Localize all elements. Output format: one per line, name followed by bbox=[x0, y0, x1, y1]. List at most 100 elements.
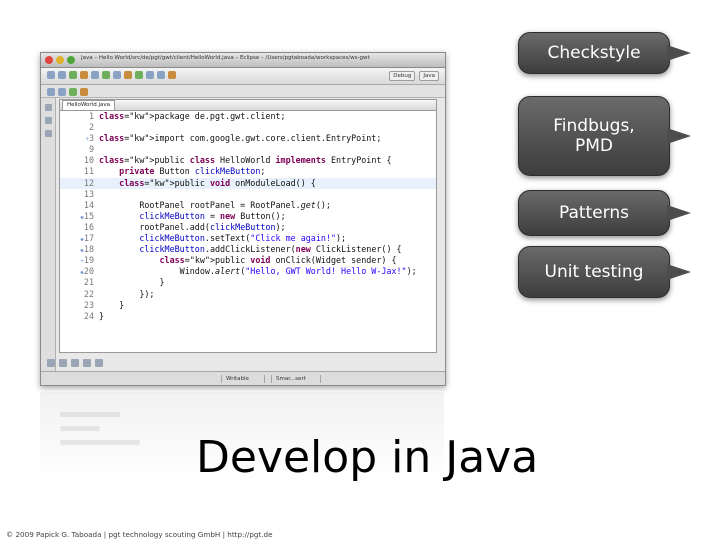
new-icon[interactable] bbox=[47, 71, 55, 79]
callout-label: Patterns bbox=[558, 203, 630, 223]
code-text: } bbox=[99, 277, 165, 288]
left-trim-bar bbox=[41, 98, 56, 371]
external-tools-icon[interactable] bbox=[102, 71, 110, 79]
code-line[interactable]: 12 class="kw">public void onModuleLoad()… bbox=[60, 177, 436, 189]
open-type-icon[interactable] bbox=[146, 71, 154, 79]
code-text: RootPanel rootPanel = RootPanel.get(); bbox=[99, 199, 331, 210]
new-class-icon[interactable] bbox=[135, 71, 143, 79]
code-text: clickMeButton.addClickListener(new Click… bbox=[139, 244, 402, 255]
new-java-project-icon[interactable] bbox=[113, 71, 121, 79]
line-number: 14 bbox=[83, 199, 94, 210]
editor-tab-bar: HelloWorld.java bbox=[60, 100, 436, 111]
code-text: class="kw">import com.google.gwt.core.cl… bbox=[99, 133, 382, 144]
debug-icon[interactable] bbox=[80, 71, 88, 79]
tasks-icon[interactable] bbox=[95, 359, 103, 367]
code-text: rootPanel.add(clickMeButton); bbox=[99, 221, 286, 232]
callout-findbugs-pmd: Findbugs, PMD bbox=[518, 96, 691, 176]
close-window-button[interactable] bbox=[45, 56, 53, 64]
code-text: } bbox=[99, 299, 125, 310]
code-line[interactable]: 23 } bbox=[60, 300, 436, 311]
code-text: Window.alert("Hello, GWT World! Hello W-… bbox=[99, 266, 417, 277]
gutter-marker-icon: ◆ bbox=[80, 269, 84, 277]
main-toolbar: Debug Java bbox=[41, 68, 445, 85]
perspective-java[interactable]: Java bbox=[419, 71, 439, 81]
gwt-compile-icon[interactable] bbox=[168, 71, 176, 79]
window-titlebar: Java – Hello World/src/de/pgt/gwt/client… bbox=[41, 53, 445, 68]
code-line[interactable]: 16 rootPanel.add(clickMeButton); bbox=[60, 222, 436, 233]
code-line[interactable]: +3 class="kw">import com.google.gwt.core.… bbox=[60, 133, 436, 144]
code-line[interactable]: 10 class="kw">public class HelloWorld imp… bbox=[60, 155, 436, 166]
line-number: 1 bbox=[88, 111, 94, 121]
declaration-icon[interactable] bbox=[83, 359, 91, 367]
code-line[interactable]: 22 }); bbox=[60, 289, 436, 300]
tab-helloworld-java[interactable]: HelloWorld.java bbox=[62, 100, 115, 110]
gutter-marker-icon: + bbox=[80, 258, 84, 266]
line-number: 2 bbox=[88, 122, 94, 133]
code-text: private Button clickMeButton; bbox=[119, 166, 266, 177]
code-line[interactable]: 13 bbox=[60, 189, 436, 200]
slide-footer: © 2009 Papick G. Taboada | pgt technolog… bbox=[6, 530, 273, 539]
code-line[interactable]: 14 RootPanel rootPanel = RootPanel.get()… bbox=[60, 200, 436, 211]
code-line[interactable]: ◆18 clickMeButton.addClickListener(new C… bbox=[60, 244, 436, 255]
code-text: }); bbox=[99, 288, 155, 299]
line-number: 9 bbox=[88, 144, 94, 155]
code-line[interactable]: 9 bbox=[60, 144, 436, 155]
hierarchy-icon[interactable] bbox=[44, 117, 52, 124]
callout-checkstyle: Checkstyle bbox=[518, 32, 691, 74]
line-number: 11 bbox=[83, 166, 94, 177]
slide-title: Develop in Java bbox=[196, 432, 539, 483]
callout-label: Unit testing bbox=[544, 262, 644, 282]
callout-patterns: Patterns bbox=[518, 190, 691, 236]
code-text: } bbox=[99, 310, 105, 321]
package-explorer-icon[interactable] bbox=[44, 104, 52, 111]
callout-pointer bbox=[667, 45, 691, 61]
toolbar-icons bbox=[47, 71, 176, 79]
line-number: 21 bbox=[83, 277, 94, 288]
code-line[interactable]: +19 class="kw">public void onClick(Widge… bbox=[60, 255, 436, 266]
callout-pointer bbox=[667, 264, 691, 280]
code-line[interactable]: 2 bbox=[60, 122, 436, 133]
back-icon[interactable] bbox=[69, 88, 77, 96]
zoom-window-button[interactable] bbox=[67, 56, 75, 64]
gutter-marker-icon: ◆ bbox=[80, 236, 84, 244]
gutter-marker-icon: + bbox=[85, 136, 89, 144]
gutter-marker-icon: ◆ bbox=[80, 213, 84, 221]
next-annotation-icon[interactable] bbox=[47, 88, 55, 96]
javadoc-icon[interactable] bbox=[71, 359, 79, 367]
code-editor[interactable]: HelloWorld.java 1 class="kw">package de.p… bbox=[59, 99, 437, 353]
window-controls bbox=[45, 56, 75, 64]
code-text: class="kw">public class HelloWorld imple… bbox=[99, 155, 392, 166]
code-line[interactable]: ◆20 Window.alert("Hello, GWT World! Hell… bbox=[60, 266, 436, 277]
line-number: 10 bbox=[83, 155, 94, 166]
code-line[interactable]: 11 private Button clickMeButton; bbox=[60, 166, 436, 177]
code-line[interactable]: 21 } bbox=[60, 277, 436, 288]
callout-unit-testing: Unit testing bbox=[518, 246, 691, 298]
code-text: class="kw">public void onModuleLoad() { bbox=[119, 177, 316, 188]
new-package-icon[interactable] bbox=[124, 71, 132, 79]
code-line[interactable]: ◆15 clickMeButton = new Button(); bbox=[60, 211, 436, 222]
search-icon[interactable] bbox=[157, 71, 165, 79]
perspective-debug[interactable]: Debug bbox=[389, 71, 416, 81]
callout-pointer bbox=[667, 205, 691, 221]
code-text: clickMeButton.setText("Click me again!")… bbox=[139, 233, 347, 244]
eclipse-window: Java – Hello World/src/de/pgt/gwt/client… bbox=[40, 52, 446, 386]
status-insert-mode: Smar...sert bbox=[271, 375, 321, 383]
status-bar: Writable Smar...sert bbox=[41, 371, 445, 385]
code-line[interactable]: 24} bbox=[60, 311, 436, 322]
fast-view-icons bbox=[47, 359, 103, 367]
problems-icon[interactable] bbox=[59, 359, 67, 367]
previous-annotation-icon[interactable] bbox=[58, 88, 66, 96]
minimize-window-button[interactable] bbox=[56, 56, 64, 64]
callout-label: Findbugs, PMD bbox=[553, 116, 635, 156]
save-icon[interactable] bbox=[58, 71, 66, 79]
console-icon[interactable] bbox=[47, 359, 55, 367]
forward-icon[interactable] bbox=[80, 88, 88, 96]
code-line[interactable]: 1 class="kw">package de.pgt.gwt.client; bbox=[60, 111, 436, 122]
gutter-marker-icon: ◆ bbox=[80, 247, 84, 255]
code-area[interactable]: 1 class="kw">package de.pgt.gwt.client; 2 +… bbox=[60, 111, 436, 352]
code-line[interactable]: ◆17 clickMeButton.setText("Click me agai… bbox=[60, 233, 436, 244]
outline-icon[interactable] bbox=[44, 130, 52, 137]
print-icon[interactable] bbox=[69, 71, 77, 79]
run-icon[interactable] bbox=[91, 71, 99, 79]
code-text: class="kw">package de.pgt.gwt.client; bbox=[99, 111, 286, 121]
